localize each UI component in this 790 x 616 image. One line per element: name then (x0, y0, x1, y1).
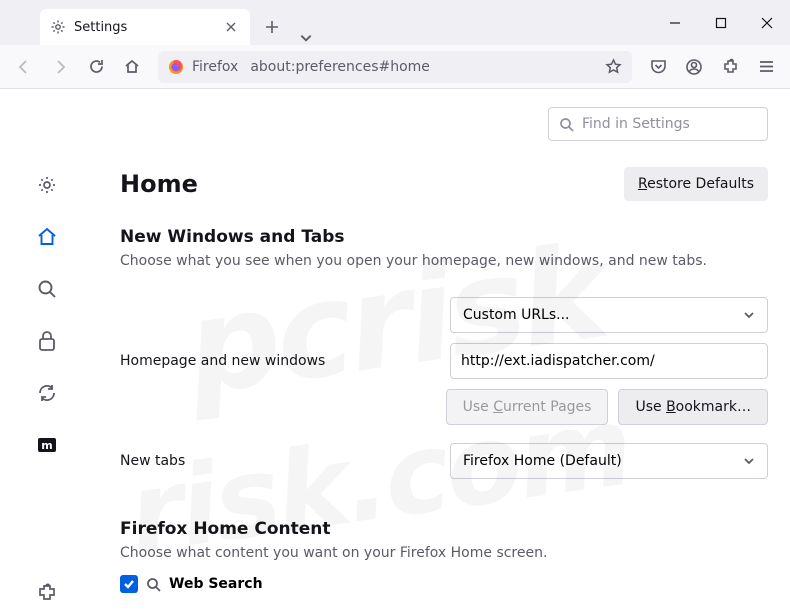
section-desc: Choose what content you want on your Fir… (120, 545, 768, 561)
restore-defaults-button[interactable]: Restore Defaults (624, 167, 768, 201)
sidebar-item-general[interactable] (33, 171, 61, 199)
newtabs-dropdown[interactable]: Firefox Home (Default) (450, 443, 768, 479)
close-tab-button[interactable] (222, 18, 240, 36)
use-bookmark-button[interactable]: Use Bookmark… (618, 389, 768, 425)
reload-button[interactable] (80, 51, 112, 83)
dropdown-label: Custom URLs... (463, 307, 570, 323)
gear-icon (50, 19, 66, 35)
main-content: Find in Settings Home Restore Defaults N… (94, 89, 790, 616)
dropdown-label: Firefox Home (Default) (463, 453, 622, 469)
pocket-button[interactable] (642, 51, 674, 83)
minimize-button[interactable] (652, 0, 698, 45)
bookmark-star-icon[interactable] (605, 58, 622, 75)
chevron-down-icon (743, 309, 755, 321)
extensions-button[interactable] (714, 51, 746, 83)
url-bar[interactable]: Firefox about:preferences#home (158, 51, 632, 83)
newtabs-label: New tabs (120, 453, 450, 469)
section-heading-windows-tabs: New Windows and Tabs (120, 227, 768, 247)
url-text: about:preferences#home (250, 59, 430, 75)
websearch-label: Web Search (169, 576, 263, 592)
account-button[interactable] (678, 51, 710, 83)
sidebar-item-more[interactable]: m (33, 431, 61, 459)
sidebar-item-search[interactable] (33, 275, 61, 303)
identity-label: Firefox (192, 59, 238, 75)
websearch-checkbox[interactable] (120, 575, 138, 593)
app-menu-button[interactable] (750, 51, 782, 83)
sidebar-item-sync[interactable] (33, 379, 61, 407)
maximize-button[interactable] (698, 0, 744, 45)
page-title: Home (120, 170, 198, 198)
use-current-pages-button[interactable]: Use Current Pages (446, 389, 609, 425)
tabs-overflow-button[interactable] (288, 31, 324, 45)
tab-title: Settings (74, 20, 127, 35)
homepage-mode-dropdown[interactable]: Custom URLs... (450, 297, 768, 333)
sidebar-item-home[interactable] (33, 223, 61, 251)
titlebar: Settings (0, 0, 790, 45)
svg-text:m: m (41, 439, 52, 452)
forward-button[interactable] (44, 51, 76, 83)
homepage-url-input[interactable] (450, 343, 768, 379)
section-heading-home-content: Firefox Home Content (120, 519, 768, 539)
new-tab-button[interactable] (256, 11, 288, 43)
close-window-button[interactable] (744, 0, 790, 45)
sidebar: m (0, 89, 94, 616)
back-button[interactable] (8, 51, 40, 83)
sidebar-item-privacy[interactable] (33, 327, 61, 355)
sidebar-item-extensions[interactable] (33, 588, 61, 616)
homepage-label: Homepage and new windows (120, 353, 450, 369)
toolbar: Firefox about:preferences#home (0, 45, 790, 89)
search-placeholder: Find in Settings (582, 116, 690, 132)
firefox-logo-icon (168, 59, 184, 75)
chevron-down-icon (743, 455, 755, 467)
search-settings-input[interactable]: Find in Settings (548, 107, 768, 141)
search-icon (559, 117, 574, 132)
section-desc: Choose what you see when you open your h… (120, 253, 768, 269)
search-icon (146, 577, 161, 592)
home-button[interactable] (116, 51, 148, 83)
tab-settings[interactable]: Settings (40, 9, 250, 45)
